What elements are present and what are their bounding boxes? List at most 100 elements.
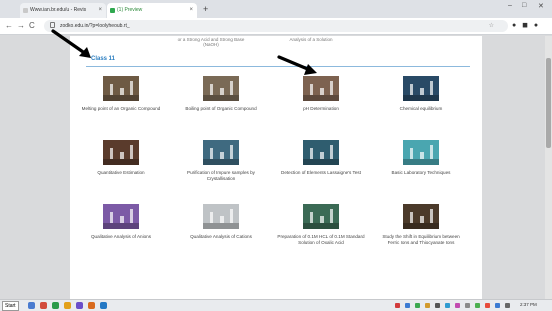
taskbar: Start 2:37 PM <box>0 299 552 311</box>
experiment-label[interactable]: Preparation of 0.1M HCL of 0.1M Standard… <box>276 234 366 245</box>
close-tab-icon[interactable]: × <box>189 3 193 18</box>
ph-thumbnail[interactable] <box>303 76 339 101</box>
experiment-card[interactable]: Boiling point of Organic Compound <box>176 76 266 131</box>
experiment-card[interactable]: Chemical equilibrium <box>376 76 466 131</box>
glassware-icon <box>420 88 424 95</box>
lassaigne-test-thumbnail[interactable] <box>303 140 339 165</box>
tray-icon[interactable] <box>495 303 500 308</box>
experiment-label[interactable]: Qualitative Analysis of Cations <box>176 234 266 240</box>
experiment-label[interactable]: Basic Laboratory Techniques <box>376 170 466 176</box>
experiment-card[interactable]: Qualitative Analysis of Cations <box>176 204 266 259</box>
crystallisation-thumbnail[interactable] <box>203 140 239 165</box>
browser-tab-2[interactable]: (1) Preview × <box>107 3 197 18</box>
glassware-icon <box>230 209 233 223</box>
chemical-equilibrium-thumbnail[interactable] <box>403 76 439 101</box>
app-icon[interactable] <box>76 302 83 309</box>
experiment-label[interactable]: Qualitative Analysis of Anions <box>76 234 166 240</box>
browser-tab-1[interactable]: Www.ian.br.edu/u - Revis × <box>20 3 106 18</box>
tray-icon[interactable] <box>415 303 420 308</box>
reload-button[interactable]: C <box>29 20 35 32</box>
back-button[interactable]: ← <box>5 20 13 32</box>
tray-icon[interactable] <box>395 303 400 308</box>
tray-icon[interactable] <box>405 303 410 308</box>
tray-icon[interactable] <box>475 303 480 308</box>
address-bar[interactable]: zodko.edu.in/?p=loolyheoub.rt_ ☆ <box>44 20 508 32</box>
experiment-card[interactable]: Qualitative Analysis of Anions <box>76 204 166 259</box>
glassware-icon <box>210 212 213 223</box>
experiment-label[interactable]: Melting point of an Organic Compound <box>76 106 166 112</box>
cations-thumbnail[interactable] <box>203 204 239 229</box>
glassware-icon <box>120 152 124 159</box>
start-button[interactable]: Start <box>2 301 19 311</box>
experiment-label[interactable]: Detection of Elements Lassaigne's Test <box>276 170 366 176</box>
app-icon[interactable] <box>52 302 59 309</box>
experiment-label[interactable]: Chemical equilibrium <box>376 106 466 112</box>
app-icon[interactable] <box>100 302 107 309</box>
glassware-icon <box>430 145 433 159</box>
glassware-icon <box>320 216 324 223</box>
tray-icon[interactable] <box>425 303 430 308</box>
experiment-card[interactable]: Quantitative Estimation <box>76 140 166 195</box>
glassware-icon <box>310 148 313 159</box>
tab-title: Www.ian.br.edu/u - Revis <box>30 7 87 13</box>
forward-button[interactable]: → <box>17 20 25 32</box>
experiment-card[interactable]: Purification of Impure samples by Crysta… <box>176 140 266 195</box>
glassware-icon <box>310 212 313 223</box>
experiment-label[interactable]: Boiling point of Organic Compound <box>176 106 266 112</box>
glassware-icon <box>420 152 424 159</box>
minimize-button[interactable]: – <box>508 2 512 9</box>
tray-icon[interactable] <box>505 303 510 308</box>
melting-point-thumbnail[interactable] <box>103 76 139 101</box>
experiment-card[interactable]: Preparation of 0.1M HCL of 0.1M Standard… <box>276 204 366 259</box>
experiment-card[interactable]: Detection of Elements Lassaigne's Test <box>276 140 366 195</box>
experiment-card[interactable]: Study the Shift in Equilibrium between F… <box>376 204 466 259</box>
glassware-icon <box>410 148 413 159</box>
experiment-label[interactable]: Purification of Impure samples by Crysta… <box>176 170 266 181</box>
app-icon[interactable] <box>40 302 47 309</box>
glassware-icon <box>310 84 313 95</box>
glassware-icon <box>210 148 213 159</box>
glassware-icon <box>120 88 124 95</box>
tray-icon[interactable] <box>485 303 490 308</box>
equilibrium-shift-thumbnail[interactable] <box>403 204 439 229</box>
bookmark-star-icon[interactable]: ☆ <box>489 20 500 32</box>
experiment-card[interactable]: Melting point of an Organic Compound <box>76 76 166 131</box>
glassware-icon <box>320 88 324 95</box>
file-explorer-icon[interactable] <box>28 302 35 309</box>
glassware-icon <box>230 145 233 159</box>
boiling-point-thumbnail[interactable] <box>203 76 239 101</box>
maximize-button[interactable]: □ <box>522 2 526 9</box>
tray-icon[interactable] <box>455 303 460 308</box>
glassware-icon <box>110 148 113 159</box>
clock[interactable]: 2:37 PM <box>520 302 537 307</box>
tray-icon[interactable] <box>465 303 470 308</box>
glassware-icon <box>130 145 133 159</box>
tray-icon[interactable] <box>445 303 450 308</box>
lab-techniques-thumbnail[interactable] <box>403 140 439 165</box>
glassware-icon <box>110 84 113 95</box>
new-tab-button[interactable]: + <box>203 3 208 15</box>
glassware-icon <box>430 209 433 223</box>
close-window-button[interactable]: ✕ <box>538 2 544 10</box>
anions-thumbnail[interactable] <box>103 204 139 229</box>
previous-experiment-label[interactable]: or a Strong Acid and Strong Base (NaOH) <box>176 37 246 47</box>
experiment-label[interactable]: pH Determination <box>276 106 366 112</box>
glassware-icon <box>130 209 133 223</box>
experiment-label[interactable]: Quantitative Estimation <box>76 170 166 176</box>
app-icon[interactable] <box>88 302 95 309</box>
oxalic-acid-thumbnail[interactable] <box>303 204 339 229</box>
extensions-icon[interactable]: ● ◼ ● <box>512 21 540 29</box>
scrollbar-thumb[interactable] <box>546 58 551 148</box>
page-scrollbar[interactable] <box>545 36 552 299</box>
close-tab-icon[interactable]: × <box>98 3 102 18</box>
experiment-label[interactable]: Study the Shift in Equilibrium between F… <box>376 234 466 245</box>
glassware-icon <box>220 216 224 223</box>
previous-experiment-label[interactable]: Analysis of a Solution <box>276 37 346 42</box>
glassware-icon <box>220 152 224 159</box>
experiment-card[interactable]: Basic Laboratory Techniques <box>376 140 466 195</box>
tray-icon[interactable] <box>435 303 440 308</box>
quantitative-estimation-thumbnail[interactable] <box>103 140 139 165</box>
experiment-card[interactable]: pH Determination <box>276 76 366 131</box>
chrome-icon[interactable] <box>64 302 71 309</box>
page-favicon-icon <box>110 8 115 13</box>
